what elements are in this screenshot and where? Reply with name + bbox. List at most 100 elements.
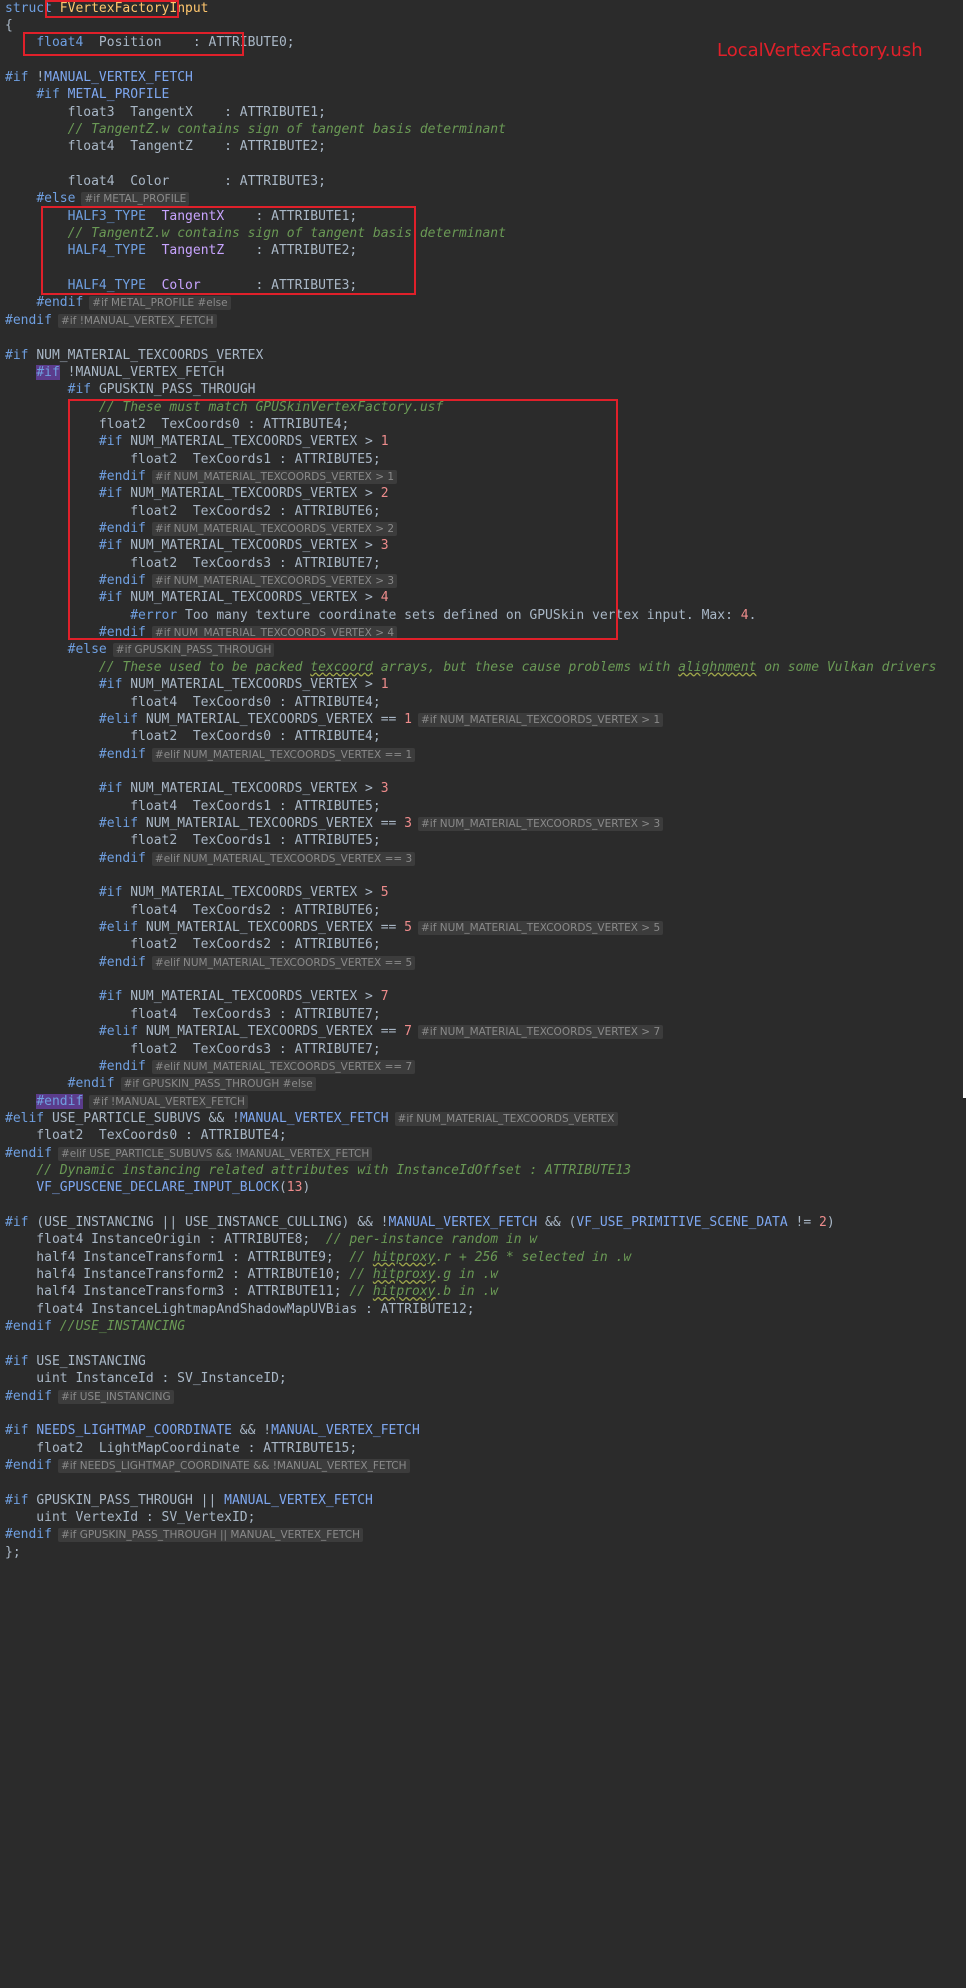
code-token: // Dynamic instancing related attributes… bbox=[36, 1162, 632, 1178]
inline-hint: #if METAL_PROFILE bbox=[81, 192, 190, 207]
code-token: #endif bbox=[98, 1058, 146, 1074]
code-token: #endif bbox=[5, 312, 52, 328]
code-token: 5 bbox=[380, 885, 389, 901]
code-token: #if bbox=[5, 1353, 37, 1369]
code-line[interactable]: #endif #if USE_INSTANCING bbox=[5, 1386, 174, 1408]
code-line[interactable]: #endif #elif NUM_MATERIAL_TEXCOORDS_VERTE… bbox=[5, 952, 416, 974]
code-token: #if bbox=[5, 1215, 37, 1230]
code-token: && ! bbox=[231, 1423, 272, 1439]
code-token: NUM_MATERIAL_TEXCOORDS_VERTEX > bbox=[130, 989, 381, 1005]
code-token: NUM_MATERIAL_TEXCOORDS_VERTEX == bbox=[145, 1024, 405, 1040]
code-token: METAL_PROFILE bbox=[67, 87, 170, 103]
code-token: #endif bbox=[36, 1093, 84, 1109]
code-token: }; bbox=[5, 1544, 21, 1560]
code-token: hitproxy bbox=[372, 1267, 436, 1283]
code-token: 5 bbox=[404, 920, 412, 936]
code-token: float2 TexCoords3 : ATTRIBUTE7; bbox=[5, 1041, 381, 1057]
code-token: 7 bbox=[404, 1024, 412, 1040]
code-token: 2 bbox=[819, 1215, 827, 1230]
code-line[interactable]: }; bbox=[5, 1542, 21, 1564]
code-token: // bbox=[349, 1249, 373, 1265]
code-token: !MANUAL_VERTEX_FETCH bbox=[59, 364, 225, 380]
highlight-box-half-types bbox=[41, 206, 416, 295]
code-token: MANUAL_VERTEX_FETCH bbox=[44, 69, 193, 85]
code-line[interactable]: #endif #elif NUM_MATERIAL_TEXCOORDS_VERTE… bbox=[5, 744, 416, 766]
code-token: half4 InstanceTransform1 : ATTRIBUTE9; bbox=[5, 1249, 350, 1265]
code-token: #if bbox=[5, 1423, 37, 1439]
code-token: #endif bbox=[5, 1319, 60, 1335]
code-token: float4 TexCoords3 : ATTRIBUTE7; bbox=[5, 1006, 381, 1022]
code-token: float4 TexCoords1 : ATTRIBUTE5; bbox=[5, 798, 381, 814]
code-token: GPUSKIN_PASS_THROUGH bbox=[98, 382, 256, 398]
code-token: #endif bbox=[67, 1076, 115, 1092]
code-token: #elif bbox=[5, 1110, 52, 1126]
code-token: 7 bbox=[380, 989, 389, 1005]
code-token: #if bbox=[36, 364, 60, 380]
code-token: uint InstanceId : SV_InstanceID; bbox=[5, 1371, 287, 1387]
inline-hint: #if NUM_MATERIAL_TEXCOORDS_VERTEX > 7 bbox=[418, 1025, 664, 1040]
code-token: && ( bbox=[537, 1215, 577, 1230]
code-token: .r + 256 * selected in .w bbox=[435, 1249, 632, 1265]
code-token: MANUAL_VERTEX_FETCH bbox=[271, 1423, 420, 1439]
code-token: on some Vulkan drivers bbox=[756, 659, 937, 675]
code-line[interactable]: #endif #elif NUM_MATERIAL_TEXCOORDS_VERTE… bbox=[5, 848, 416, 870]
code-token: // bbox=[349, 1284, 373, 1300]
code-token: arrays, but these cause problems with bbox=[372, 659, 679, 675]
code-token: #endif bbox=[5, 1457, 52, 1473]
inline-hint: #if NUM_MATERIAL_TEXCOORDS_VERTEX > 3 bbox=[418, 816, 664, 831]
code-line[interactable]: #endif #if !MANUAL_VERTEX_FETCH bbox=[5, 310, 217, 332]
code-line[interactable]: #endif //USE_INSTANCING bbox=[5, 1316, 185, 1338]
code-token: NEEDS_LIGHTMAP_COORDINATE bbox=[36, 1423, 232, 1439]
code-token: #if bbox=[5, 347, 37, 363]
inline-hint: #elif NUM_MATERIAL_TEXCOORDS_VERTEX == 5 bbox=[151, 955, 416, 970]
code-token: float4 TangentZ : ATTRIBUTE2; bbox=[5, 139, 326, 155]
code-token: NUM_MATERIAL_TEXCOORDS_VERTEX == bbox=[145, 815, 405, 831]
code-token: float4 TexCoords0 : ATTRIBUTE4; bbox=[5, 694, 381, 710]
code-token: USE_INSTANCING bbox=[36, 1353, 146, 1369]
code-token: float2 LightMapCoordinate : ATTRIBUTE15; bbox=[5, 1440, 358, 1456]
code-token: != bbox=[787, 1215, 820, 1230]
code-token: #endif bbox=[98, 850, 146, 866]
code-line[interactable]: #endif #if NEEDS_LIGHTMAP_COORDINATE && !… bbox=[5, 1455, 410, 1477]
code-token: .g in .w bbox=[435, 1267, 499, 1283]
code-token: #endif bbox=[98, 746, 146, 762]
code-token: // TangentZ.w contains sign of tangent b… bbox=[67, 121, 506, 137]
code-token: MANUAL_VERTEX_FETCH bbox=[224, 1492, 373, 1508]
code-token: float4 InstanceOrigin : ATTRIBUTE8; bbox=[5, 1232, 326, 1248]
code-token: float2 TexCoords0 : ATTRIBUTE4; bbox=[5, 1128, 287, 1144]
code-token: float2 TexCoords0 : ATTRIBUTE4; bbox=[5, 729, 381, 745]
code-token: #elif bbox=[98, 1024, 146, 1040]
code-token: NUM_MATERIAL_TEXCOORDS_VERTEX > bbox=[130, 885, 381, 901]
code-token: 1 bbox=[380, 677, 389, 693]
code-token: #if bbox=[98, 885, 131, 901]
code-token: hitproxy bbox=[372, 1284, 436, 1300]
code-line[interactable]: VF_GPUSCENE_DECLARE_INPUT_BLOCK(13) bbox=[5, 1177, 310, 1199]
code-token: ! bbox=[36, 69, 45, 85]
code-token: (USE_INSTANCING || USE_INSTANCE_CULLING)… bbox=[36, 1215, 389, 1230]
code-line[interactable]: float4 TangentZ : ATTRIBUTE2; bbox=[5, 136, 326, 158]
code-token: // bbox=[349, 1267, 373, 1283]
code-line[interactable]: #endif #if GPUSKIN_PASS_THROUGH || MANUAL… bbox=[5, 1524, 363, 1546]
code-token: .b in .w bbox=[435, 1284, 499, 1300]
code-token: #else bbox=[67, 642, 107, 658]
code-token: 1 bbox=[404, 711, 412, 727]
code-token: 3 bbox=[380, 781, 389, 797]
code-token: NUM_MATERIAL_TEXCOORDS_VERTEX bbox=[36, 347, 264, 363]
code-token: #endif bbox=[36, 295, 84, 311]
code-token: #elif bbox=[98, 920, 146, 936]
